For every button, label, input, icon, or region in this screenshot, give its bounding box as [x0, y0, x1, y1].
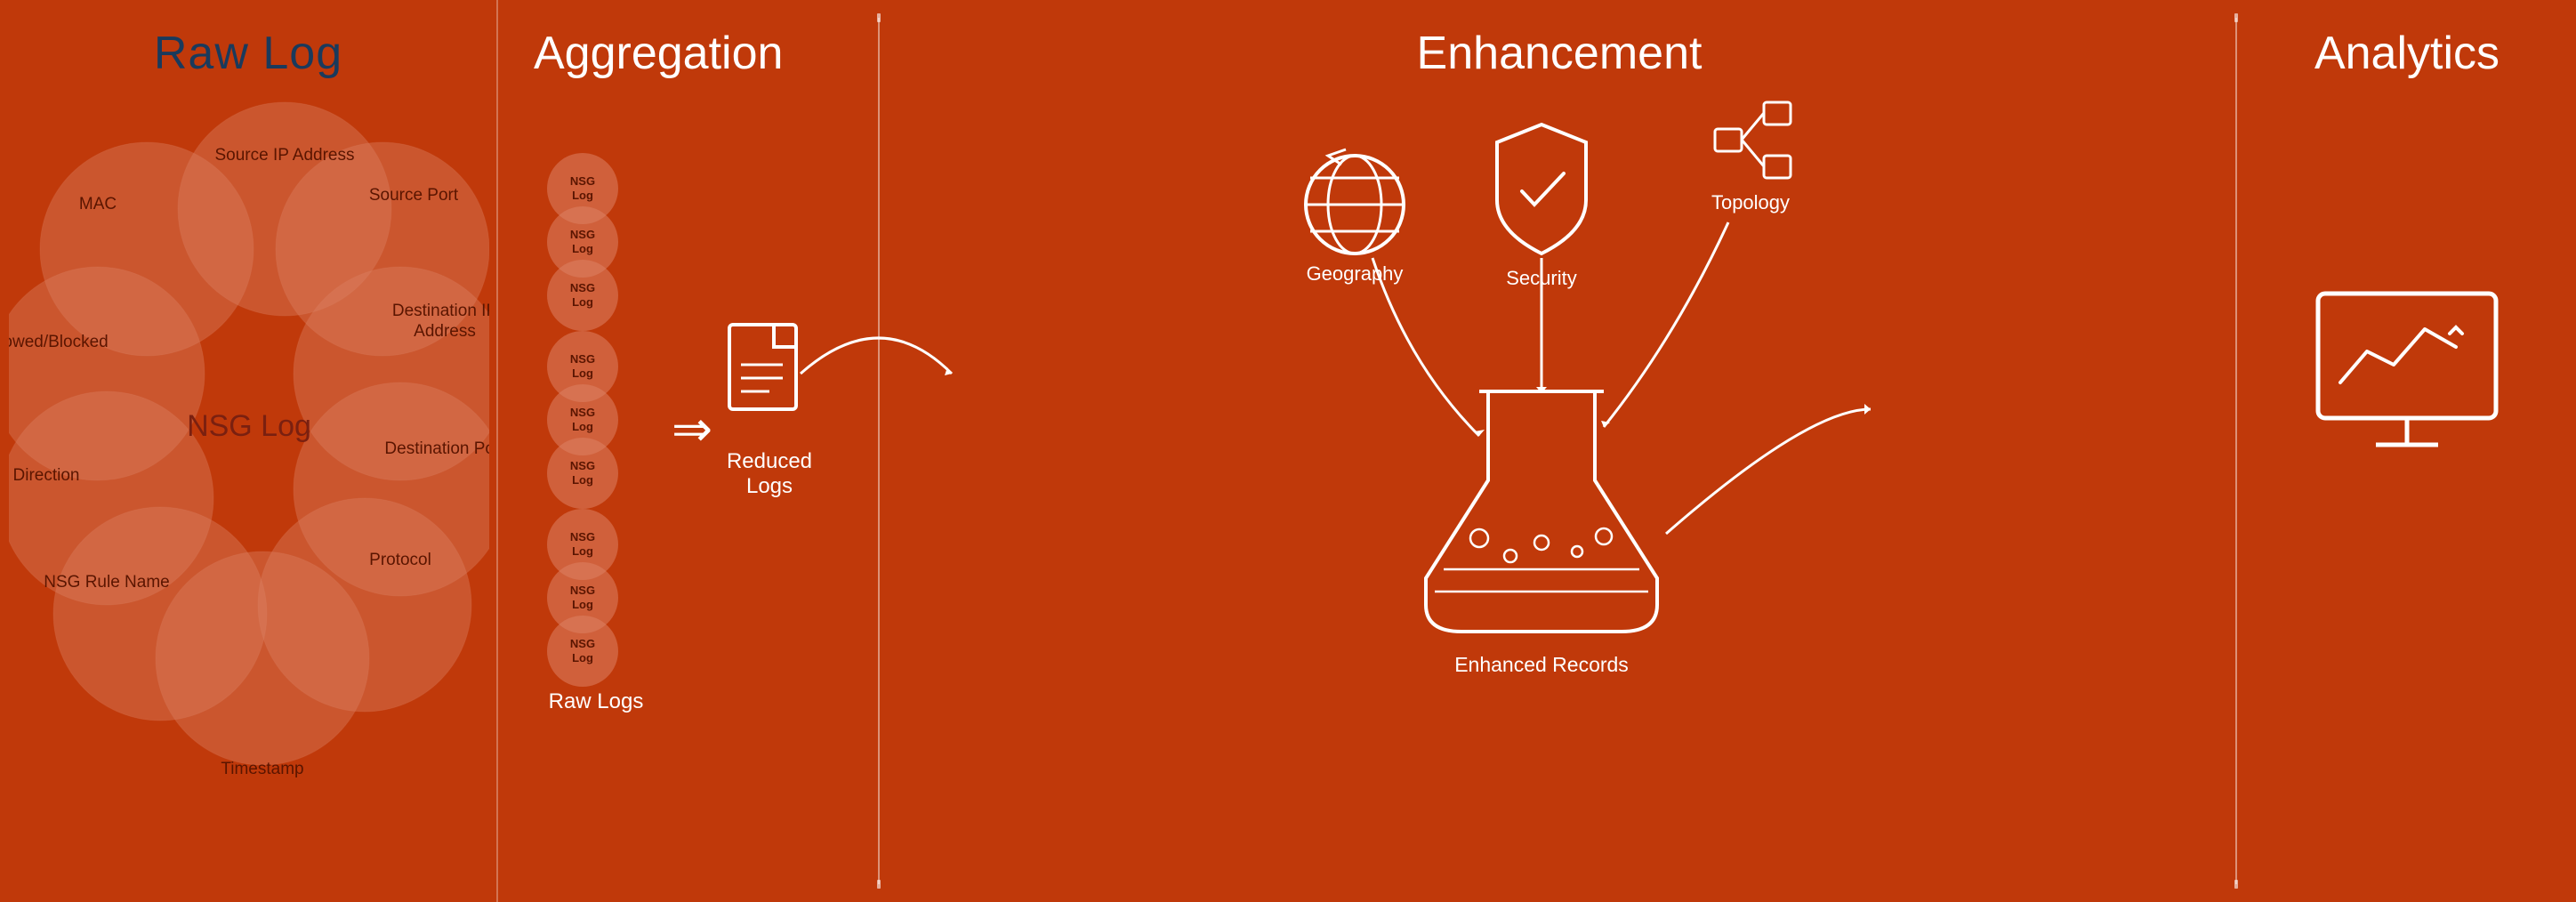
dest-ip-label-1: Destination IP: [392, 302, 489, 320]
nsg-rule-label: NSG Rule Name: [44, 573, 170, 592]
nsg-stack-3: NSGLog NSGLog NSGLog: [547, 516, 618, 680]
nsg-stack-1: NSGLog NSGLog NSGLog: [547, 160, 618, 324]
raw-logs-label: Raw Logs: [543, 689, 649, 714]
enhancement-svg: Geography Security Topology: [1203, 53, 1915, 854]
source-port-label: Source Port: [369, 186, 459, 205]
analytics-monitor-icon: [2309, 285, 2505, 463]
mac-label: MAC: [79, 195, 117, 213]
allowed-blocked-label: Allowed/Blocked: [9, 333, 109, 351]
nsg-stack-2: NSGLog NSGLog NSGLog: [547, 338, 618, 502]
aggregation-title: Aggregation: [498, 0, 881, 80]
nsg-bubble-2c: NSGLog: [547, 438, 618, 509]
geography-label: Geography: [1307, 262, 1404, 285]
right-section: Aggregation NSGLog NSGLog NSGLog NSGLog …: [498, 0, 2576, 902]
nsg-bubble-3c: NSGLog: [547, 616, 618, 687]
timestamp-label: Timestamp: [221, 760, 303, 778]
aggregation-panel: Aggregation NSGLog NSGLog NSGLog NSGLog …: [498, 0, 881, 902]
topology-label: Topology: [1711, 191, 1790, 213]
venn-diagram: NSG Log MAC Source IP Address Source Por…: [9, 53, 489, 854]
raw-log-panel: Raw Log NSG Log MAC Source IP Address So…: [0, 0, 498, 902]
analytics-title: Analytics: [2238, 0, 2576, 80]
enhancement-panel: Enhancement Geography Security: [881, 0, 2238, 902]
dest-port-label: Destination Port: [384, 439, 489, 458]
source-ip-label: Source IP Address: [214, 146, 354, 165]
dest-ip-label-2: Address: [414, 322, 476, 341]
direction-label: Direction: [13, 466, 80, 485]
enhanced-records-label: Enhanced Records: [1454, 653, 1629, 676]
aggregation-arrow: ⇒: [672, 405, 712, 454]
protocol-label: Protocol: [369, 551, 431, 569]
nsg-bubble-1c: NSGLog: [547, 260, 618, 331]
analytics-panel: Analytics: [2238, 0, 2576, 902]
nsg-log-center-label: NSG Log: [187, 409, 311, 443]
